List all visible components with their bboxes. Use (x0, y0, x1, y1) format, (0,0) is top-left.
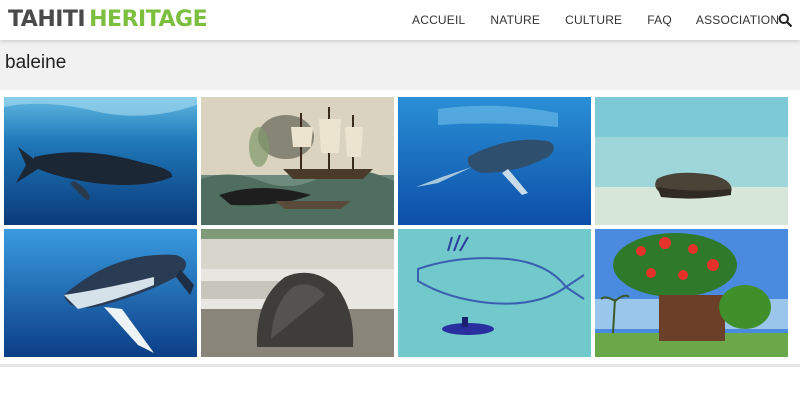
beach-stone-photo (201, 229, 394, 357)
child-drawing-photo (398, 229, 591, 357)
humpback-photo (4, 229, 197, 357)
search-icon[interactable] (778, 13, 792, 27)
gallery-image-whaling-painting[interactable] (201, 97, 394, 225)
page-title: baleine (5, 52, 67, 73)
gallery-image-flower-planter[interactable] (595, 229, 788, 357)
gallery-image-whale-surface[interactable] (398, 97, 591, 225)
main-nav: ACCUEIL NATURE CULTURE FAQ ASSOCIATION (412, 0, 779, 40)
whale-surface-photo (398, 97, 591, 225)
whale-underwater-photo (4, 97, 197, 225)
nav-faq[interactable]: FAQ (647, 13, 672, 27)
content-divider (0, 364, 800, 367)
logo-word-heritage: HERITAGE (89, 6, 208, 32)
page-title-bar: baleine (0, 40, 800, 90)
gallery-image-lagoon-rock[interactable] (595, 97, 788, 225)
whaling-painting-photo (201, 97, 394, 225)
nav-nature[interactable]: NATURE (490, 13, 540, 27)
flower-planter-photo (595, 229, 788, 357)
logo-word-tahiti: TAHITI (8, 6, 86, 32)
gallery-image-beach-stone[interactable] (201, 229, 394, 357)
gallery-image-humpback[interactable] (4, 229, 197, 357)
nav-culture[interactable]: CULTURE (565, 13, 622, 27)
nav-accueil[interactable]: ACCUEIL (412, 13, 465, 27)
gallery-image-whale-underwater[interactable] (4, 97, 197, 225)
site-header: TAHITI HERITAGE ACCUEIL NATURE CULTURE F… (0, 0, 800, 40)
nav-association[interactable]: ASSOCIATION (696, 13, 779, 27)
site-logo[interactable]: TAHITI HERITAGE (8, 4, 208, 34)
gallery-image-child-drawing[interactable] (398, 229, 591, 357)
lagoon-rock-photo (595, 97, 788, 225)
